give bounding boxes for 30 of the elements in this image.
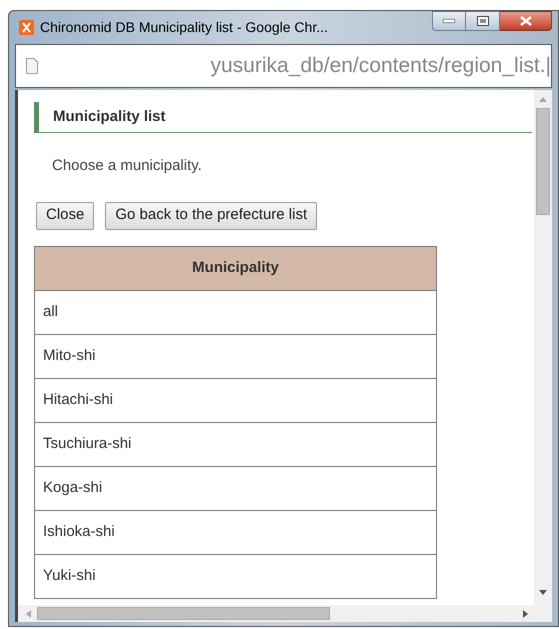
close-icon (520, 16, 532, 26)
municipality-link[interactable]: Mito-shi (34, 334, 436, 378)
instruction-text: Choose a municipality. (52, 156, 203, 176)
column-header: Municipality (34, 246, 436, 290)
maximize-button[interactable] (466, 11, 500, 31)
scroll-up-icon (539, 97, 547, 102)
scroll-thumb[interactable] (37, 607, 330, 620)
close-page-button[interactable]: Close (36, 202, 94, 230)
page-icon (26, 58, 38, 74)
url-text: yusurika_db/en/contents/region_list.| (210, 53, 551, 80)
maximize-icon (476, 16, 488, 26)
app-icon (19, 20, 34, 35)
municipality-link[interactable]: Tsuchiura-shi (34, 422, 436, 466)
minimize-button[interactable] (432, 11, 466, 31)
scroll-down-icon (539, 590, 547, 595)
municipality-link[interactable]: Yuki-shi (34, 554, 436, 598)
municipality-link[interactable]: Hitachi-shi (34, 378, 436, 422)
municipality-link[interactable]: Koga-shi (34, 466, 436, 510)
scroll-thumb[interactable] (536, 108, 550, 215)
horizontal-scrollbar[interactable] (18, 605, 552, 622)
scroll-right-icon (523, 610, 528, 618)
back-button[interactable]: Go back to the prefecture list (105, 202, 318, 230)
window-title: Chironomid DB Municipality list - Google Chr... (40, 18, 328, 37)
minimize-icon (443, 19, 455, 23)
address-field[interactable]: yusurika_db/en/contents/region_list.| (15, 44, 552, 88)
vertical-scrollbar[interactable] (534, 90, 552, 605)
municipality-link[interactable]: all (34, 290, 436, 334)
municipality-link[interactable]: Ishioka-shi (34, 510, 436, 554)
scroll-left-icon (26, 610, 31, 618)
close-button[interactable] (500, 11, 552, 31)
